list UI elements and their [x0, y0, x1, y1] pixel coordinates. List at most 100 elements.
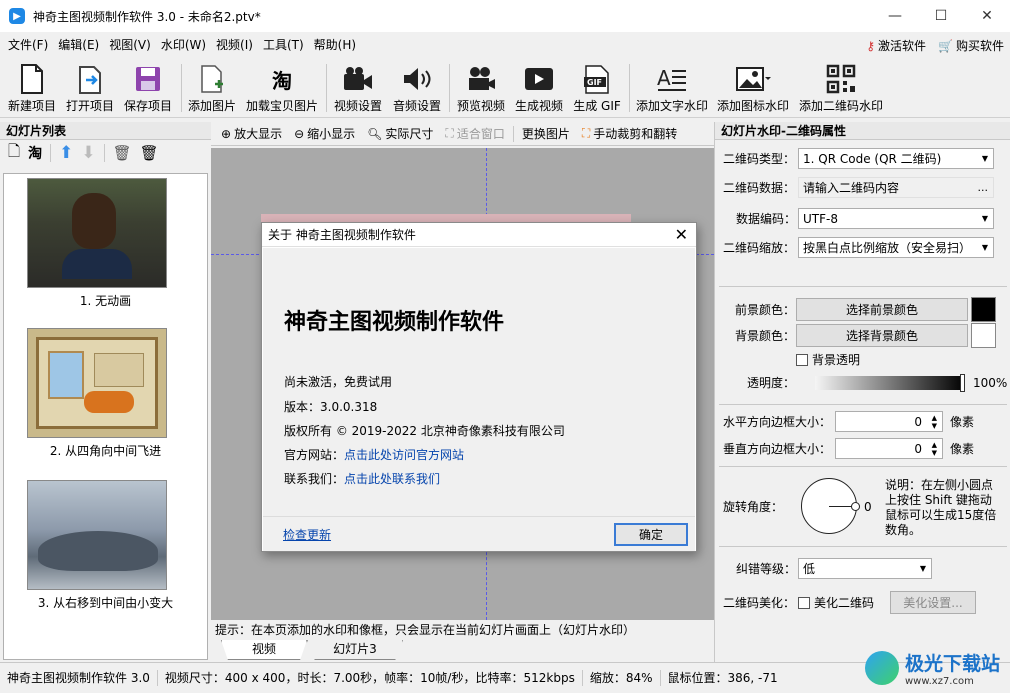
- checkbox-icon: [796, 353, 808, 366]
- maximize-button[interactable]: ☐: [918, 0, 964, 32]
- site-url: www.xz7.com: [904, 676, 974, 687]
- menu-edit[interactable]: 编辑(E): [53, 32, 104, 58]
- add-qr-watermark-button[interactable]: 添加二维码水印: [797, 62, 885, 114]
- h-border-spinner[interactable]: 0 ▲ ▼: [835, 411, 943, 432]
- load-taobao-button[interactable]: 淘 加载宝贝图片: [243, 62, 321, 114]
- open-file-icon: [76, 63, 104, 95]
- slide-thumbnail[interactable]: [27, 480, 167, 590]
- add-text-watermark-button[interactable]: A 添加文字水印: [633, 62, 711, 114]
- bg-transparent-checkbox[interactable]: 背景透明: [796, 351, 860, 368]
- beautify-checkbox[interactable]: [798, 596, 810, 609]
- fit-window-button: ⛶ 适合窗口: [441, 125, 508, 142]
- contact-link[interactable]: 点击此处联系我们: [344, 472, 440, 486]
- audio-settings-label: 音频设置: [392, 99, 441, 113]
- add-qr-watermark-label: 添加二维码水印: [798, 99, 883, 113]
- slide-thumbnail[interactable]: [27, 178, 167, 288]
- rotate-handle[interactable]: [851, 502, 860, 511]
- menu-help[interactable]: 帮助(H): [309, 32, 361, 58]
- crop-flip-label: 手动裁剪和翻转: [593, 127, 678, 141]
- slide-thumbnail[interactable]: [27, 328, 167, 438]
- actual-size-button[interactable]: 🔍︎ 实际尺寸: [363, 125, 437, 142]
- qr-data-field[interactable]: 请输入二维码内容...: [798, 177, 994, 198]
- qr-data-more-button[interactable]: ...: [978, 181, 989, 194]
- menu-file[interactable]: 文件(F): [3, 32, 53, 58]
- qr-properties-panel: 幻灯片水印-二维码属性 二维码类型： 1. QR Code (QR 二维码) ▼ …: [714, 122, 1010, 662]
- move-down-icon: ⬇: [81, 143, 96, 163]
- buy-software-link[interactable]: 🛒 购买软件: [938, 37, 1004, 54]
- qr-type-value: 1. QR Code (QR 二维码): [803, 152, 942, 166]
- generate-video-button[interactable]: 生成视频: [511, 62, 567, 114]
- delete-icon[interactable]: 🗑: [113, 144, 132, 162]
- menu-tools[interactable]: 工具(T): [258, 32, 309, 58]
- replace-image-button[interactable]: 更换图片: [518, 125, 574, 142]
- audio-settings-button[interactable]: 音频设置: [389, 62, 445, 114]
- spinner-arrows-icon[interactable]: ▲ ▼: [932, 414, 937, 430]
- minimize-button[interactable]: —: [872, 0, 918, 32]
- scale-value: 按黑白点比例缩放（安全易扫）: [803, 241, 972, 255]
- check-update-link[interactable]: 检查更新: [283, 526, 331, 543]
- encoding-select[interactable]: UTF-8 ▼: [798, 208, 994, 229]
- dialog-close-icon[interactable]: ✕: [675, 225, 688, 244]
- dialog-footer: 检查更新 确定: [263, 516, 695, 551]
- encoding-label: 数据编码：: [735, 212, 796, 226]
- v-border-spinner[interactable]: 0 ▲ ▼: [835, 438, 943, 459]
- fg-color-button[interactable]: 选择前景颜色: [796, 298, 968, 321]
- ecc-select[interactable]: 低 ▼: [798, 558, 932, 579]
- add-image-button[interactable]: 添加图片: [186, 62, 238, 114]
- generate-gif-label: 生成 GIF: [573, 99, 621, 113]
- slide-label: 1. 无动画: [79, 294, 132, 308]
- opacity-slider[interactable]: [815, 373, 965, 392]
- slide-list-panel: 幻灯片列表 🗋 淘 ⬆ ⬇ 🗑 🗑 1. 无动画 2. 从四角向中间飞进 3. …: [0, 122, 211, 662]
- svg-text:A: A: [657, 66, 671, 90]
- qr-code-icon: [826, 63, 856, 95]
- fit-window-label: 适合窗口: [456, 127, 505, 141]
- magnifier-icon: 🔍︎: [367, 126, 383, 141]
- v-border-value: 0: [914, 441, 922, 456]
- dropdown-arrow-icon: ▼: [981, 243, 988, 252]
- crop-flip-button[interactable]: ⛶ 手动裁剪和翻转: [578, 125, 681, 142]
- menu-watermark[interactable]: 水印(W): [156, 32, 211, 58]
- add-icon-watermark-button[interactable]: 添加图标水印: [714, 62, 792, 114]
- taobao-icon: 淘: [272, 68, 292, 93]
- beautify-label: 二维码美化：: [723, 596, 796, 610]
- load-taobao-label: 加载宝贝图片: [245, 99, 318, 113]
- spinner-arrows-icon[interactable]: ▲ ▼: [932, 441, 937, 457]
- new-project-button[interactable]: 新建项目: [6, 62, 58, 114]
- close-button[interactable]: ✕: [964, 0, 1010, 32]
- menu-view[interactable]: 视图(V): [104, 32, 156, 58]
- fg-color-label: 前景颜色：: [734, 303, 795, 317]
- bg-color-swatch[interactable]: [971, 323, 996, 348]
- taobao-small-icon[interactable]: 淘: [28, 143, 42, 163]
- opacity-slider-thumb[interactable]: [960, 373, 965, 392]
- add-image-label: 添加图片: [187, 99, 236, 113]
- zoom-out-icon: ⊖: [294, 126, 305, 141]
- zoom-in-button[interactable]: ⊕ 放大显示: [217, 125, 286, 142]
- generate-gif-button[interactable]: GIF 生成 GIF: [569, 62, 625, 114]
- rotate-dial[interactable]: [801, 478, 860, 534]
- add-slide-icon[interactable]: 🗋: [8, 141, 20, 166]
- save-project-button[interactable]: 保存项目: [122, 62, 174, 114]
- video-camera-icon: [342, 63, 374, 95]
- ok-button[interactable]: 确定: [614, 523, 688, 546]
- move-up-icon[interactable]: ⬆: [59, 143, 73, 163]
- bg-color-button[interactable]: 选择背景颜色: [796, 324, 968, 347]
- beautify-check-label: 美化二维码: [814, 596, 875, 610]
- tab-video[interactable]: 视频: [221, 640, 307, 660]
- dialog-app-name: 神奇主图视频制作软件: [284, 309, 505, 335]
- dialog-copyright: 版权所有 © 2019-2022 北京神奇像素科技有限公司: [284, 424, 565, 438]
- zoom-out-button[interactable]: ⊖ 缩小显示: [290, 125, 359, 142]
- delete-all-icon[interactable]: 🗑: [140, 144, 159, 162]
- new-file-icon: [20, 63, 44, 95]
- menu-video[interactable]: 视频(I): [211, 32, 258, 58]
- generate-video-label: 生成视频: [514, 99, 563, 113]
- preview-video-label: 预览视频: [456, 99, 505, 113]
- website-link[interactable]: 点击此处访问官方网站: [344, 448, 464, 462]
- preview-video-button[interactable]: 预览视频: [453, 62, 509, 114]
- tab-slide3[interactable]: 幻灯片3: [307, 640, 403, 660]
- video-settings-button[interactable]: 视频设置: [330, 62, 386, 114]
- qr-type-select[interactable]: 1. QR Code (QR 二维码) ▼: [798, 148, 994, 169]
- open-project-button[interactable]: 打开项目: [64, 62, 116, 114]
- activate-software-link[interactable]: ⚷ 激活软件: [866, 37, 926, 54]
- scale-select[interactable]: 按黑白点比例缩放（安全易扫） ▼: [798, 237, 994, 258]
- fg-color-swatch[interactable]: [971, 297, 996, 322]
